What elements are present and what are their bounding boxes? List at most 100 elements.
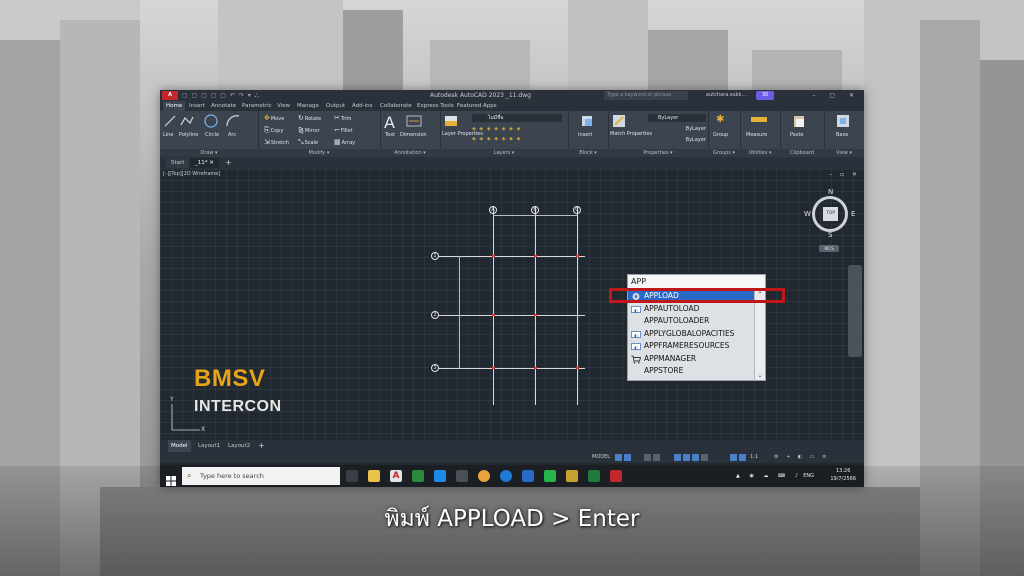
polar-toggle-icon[interactable] [653, 454, 660, 461]
osnap-toggle-icon[interactable] [674, 454, 681, 461]
copy-tool[interactable]: ⎘Copy [264, 126, 283, 135]
tab-manage[interactable]: Manage [297, 101, 319, 111]
layer-tools-row-2[interactable]: ◈ ◈ ◈ ◈ ◈ ◈ ◈ [472, 136, 521, 142]
tab-express-tools[interactable]: Express Tools [417, 101, 454, 111]
groups-panel-title[interactable]: Groups ▾ [708, 149, 740, 157]
add-layout-plus-icon[interactable]: + [258, 440, 265, 452]
tab-model[interactable]: Model [168, 440, 191, 452]
autocomplete-item-appmanager[interactable]: APPMANAGER [628, 353, 765, 366]
file-explorer-icon[interactable] [368, 470, 380, 482]
autocad-app-icon[interactable]: A [390, 470, 402, 482]
edge-icon[interactable] [500, 470, 512, 482]
lineweight-toggle-icon[interactable] [692, 454, 699, 461]
wcs-menu[interactable]: WCS [819, 245, 839, 252]
match-properties-icon[interactable] [612, 114, 626, 130]
scale-tool[interactable]: ⤡Scale [298, 138, 318, 147]
autocomplete-item-appautoloader[interactable]: APPAUTOLOADER [628, 315, 765, 328]
draw-panel-title[interactable]: Draw ▾ [160, 149, 258, 157]
otrack-toggle-icon[interactable] [683, 454, 690, 461]
clock[interactable]: 13:26 19/7/2566 [830, 467, 856, 483]
navigation-bar[interactable] [848, 265, 862, 357]
insert-icon[interactable] [580, 114, 594, 130]
viewport-controls[interactable]: [–][Top][2D Wireframe] [163, 171, 220, 177]
transparency-toggle-icon[interactable] [701, 454, 708, 461]
command-input[interactable]: APP [628, 275, 765, 288]
tab-annotate[interactable]: Annotate [211, 101, 236, 111]
move-tool[interactable]: ✥Move [264, 114, 284, 123]
view-panel-title[interactable]: View ▾ [824, 149, 864, 157]
tab-layout2[interactable]: Layout2 [228, 440, 250, 452]
task-view-icon[interactable] [346, 470, 358, 482]
tab-view[interactable]: View [277, 101, 290, 111]
app-icon[interactable] [522, 470, 534, 482]
tab-layout1[interactable]: Layout1 [198, 440, 220, 452]
viewport-window-controls[interactable]: – ▫ ✕ [829, 171, 860, 178]
autocad-logo[interactable]: A CAD [162, 91, 178, 107]
quick-access-toolbar[interactable]: ▢ ▢ ▢ ▢ ▢ ↶ ↷ ▾ ⛬ [182, 90, 260, 101]
dimension-icon[interactable] [406, 115, 422, 129]
tab-collaborate[interactable]: Collaborate [380, 101, 412, 111]
system-tray-icons[interactable]: ▲ ◉ ☁ ⌨ ♪ [736, 472, 802, 480]
modify-panel-title[interactable]: Modify ▾ [258, 149, 380, 157]
help-search-input[interactable]: Type a keyword or phrase [604, 91, 688, 100]
ortho-toggle-icon[interactable] [644, 454, 651, 461]
tab-add-ins[interactable]: Add-ins [352, 101, 373, 111]
tab-featured-apps[interactable]: Featured Apps [457, 101, 497, 111]
trim-tool[interactable]: ✂Trim [334, 114, 352, 123]
model-space-toggle[interactable]: MODEL [592, 452, 610, 463]
autocomplete-item-appstore[interactable]: APPSTORE [628, 365, 765, 378]
annotation-panel-title[interactable]: Annotation ▾ [380, 149, 440, 157]
autocad-running-icon[interactable] [610, 470, 622, 482]
window-controls[interactable]: – ▢ ✕ [812, 90, 860, 101]
tab-home[interactable]: Home [163, 101, 186, 111]
properties-panel-title[interactable]: Properties ▾ [608, 149, 708, 157]
new-tab-plus-icon[interactable]: + [220, 158, 237, 168]
annotation-visibility-icon[interactable] [730, 454, 737, 461]
app-icon[interactable] [566, 470, 578, 482]
clipboard-panel-title[interactable]: Clipboard [780, 149, 824, 157]
chrome-icon[interactable] [478, 470, 490, 482]
dropbox-icon[interactable] [434, 470, 446, 482]
line-tool[interactable] [164, 115, 177, 127]
viewcube[interactable]: TOP N S E W [804, 188, 864, 248]
autocomplete-scrollbar[interactable]: ⌃ ⌄ [754, 290, 765, 380]
measure-icon[interactable] [750, 116, 768, 126]
group-icon[interactable]: ✱ [716, 114, 724, 125]
color-dropdown[interactable]: ByLayer [648, 114, 706, 122]
app-icon[interactable] [412, 470, 424, 482]
array-tool[interactable]: ▦Array [334, 138, 355, 147]
trial-days-badge[interactable]: 30 [756, 91, 774, 100]
base-icon[interactable] [836, 114, 850, 130]
chevron-down-icon[interactable]: ⌄ [755, 371, 765, 380]
lineweight-dropdown[interactable]: ByLayer [648, 136, 706, 144]
layer-tools-row[interactable]: ◈ ◈ ◈ ◈ ◈ ◈ ◈ [472, 126, 521, 132]
viewcube-top-face[interactable]: TOP [823, 207, 838, 221]
fillet-tool[interactable]: ⌐Fillet [334, 126, 353, 135]
autocomplete-item-appautoload[interactable]: ◧ APPAUTOLOAD [628, 303, 765, 316]
tab-output[interactable]: Output [326, 101, 345, 111]
annotation-scale[interactable]: 1:1 [750, 452, 758, 463]
line-app-icon[interactable] [544, 470, 556, 482]
circle-tool[interactable] [204, 114, 219, 128]
taskbar-search-input[interactable]: ⌕ Type here to search [182, 467, 340, 485]
snap-toggle-icon[interactable] [624, 454, 631, 461]
tab-parametric[interactable]: Parametric [242, 101, 272, 111]
photos-icon[interactable] [456, 470, 468, 482]
windows-start-icon[interactable] [166, 471, 176, 486]
autocomplete-item-applyglobalopacities[interactable]: ◧ APPLYGLOBALOPACITIES [628, 328, 765, 341]
close-icon[interactable]: ✕ [209, 160, 214, 166]
autoscale-icon[interactable] [739, 454, 746, 461]
status-tools[interactable]: ⚙ + ◐ ▭ ≡ [774, 452, 829, 463]
autocomplete-item-appframeresources[interactable]: ◧ APPFRAMERESOURCES [628, 340, 765, 353]
polyline-tool[interactable] [180, 115, 195, 127]
tab-start[interactable]: Start [166, 158, 190, 168]
user-account[interactable]: autchara.sukk... [706, 90, 746, 101]
linetype-dropdown[interactable]: ByLayer [648, 125, 706, 133]
tab-insert[interactable]: Insert [189, 101, 205, 111]
excel-icon[interactable] [588, 470, 600, 482]
stretch-tool[interactable]: ⇲Stretch [264, 138, 289, 147]
layer-dropdown[interactable]: ไม่มีชื่อ [472, 114, 562, 122]
block-panel-title[interactable]: Block ▾ [568, 149, 608, 157]
language-indicator[interactable]: ENG [803, 472, 814, 480]
rotate-tool[interactable]: ↻Rotate [298, 114, 321, 123]
